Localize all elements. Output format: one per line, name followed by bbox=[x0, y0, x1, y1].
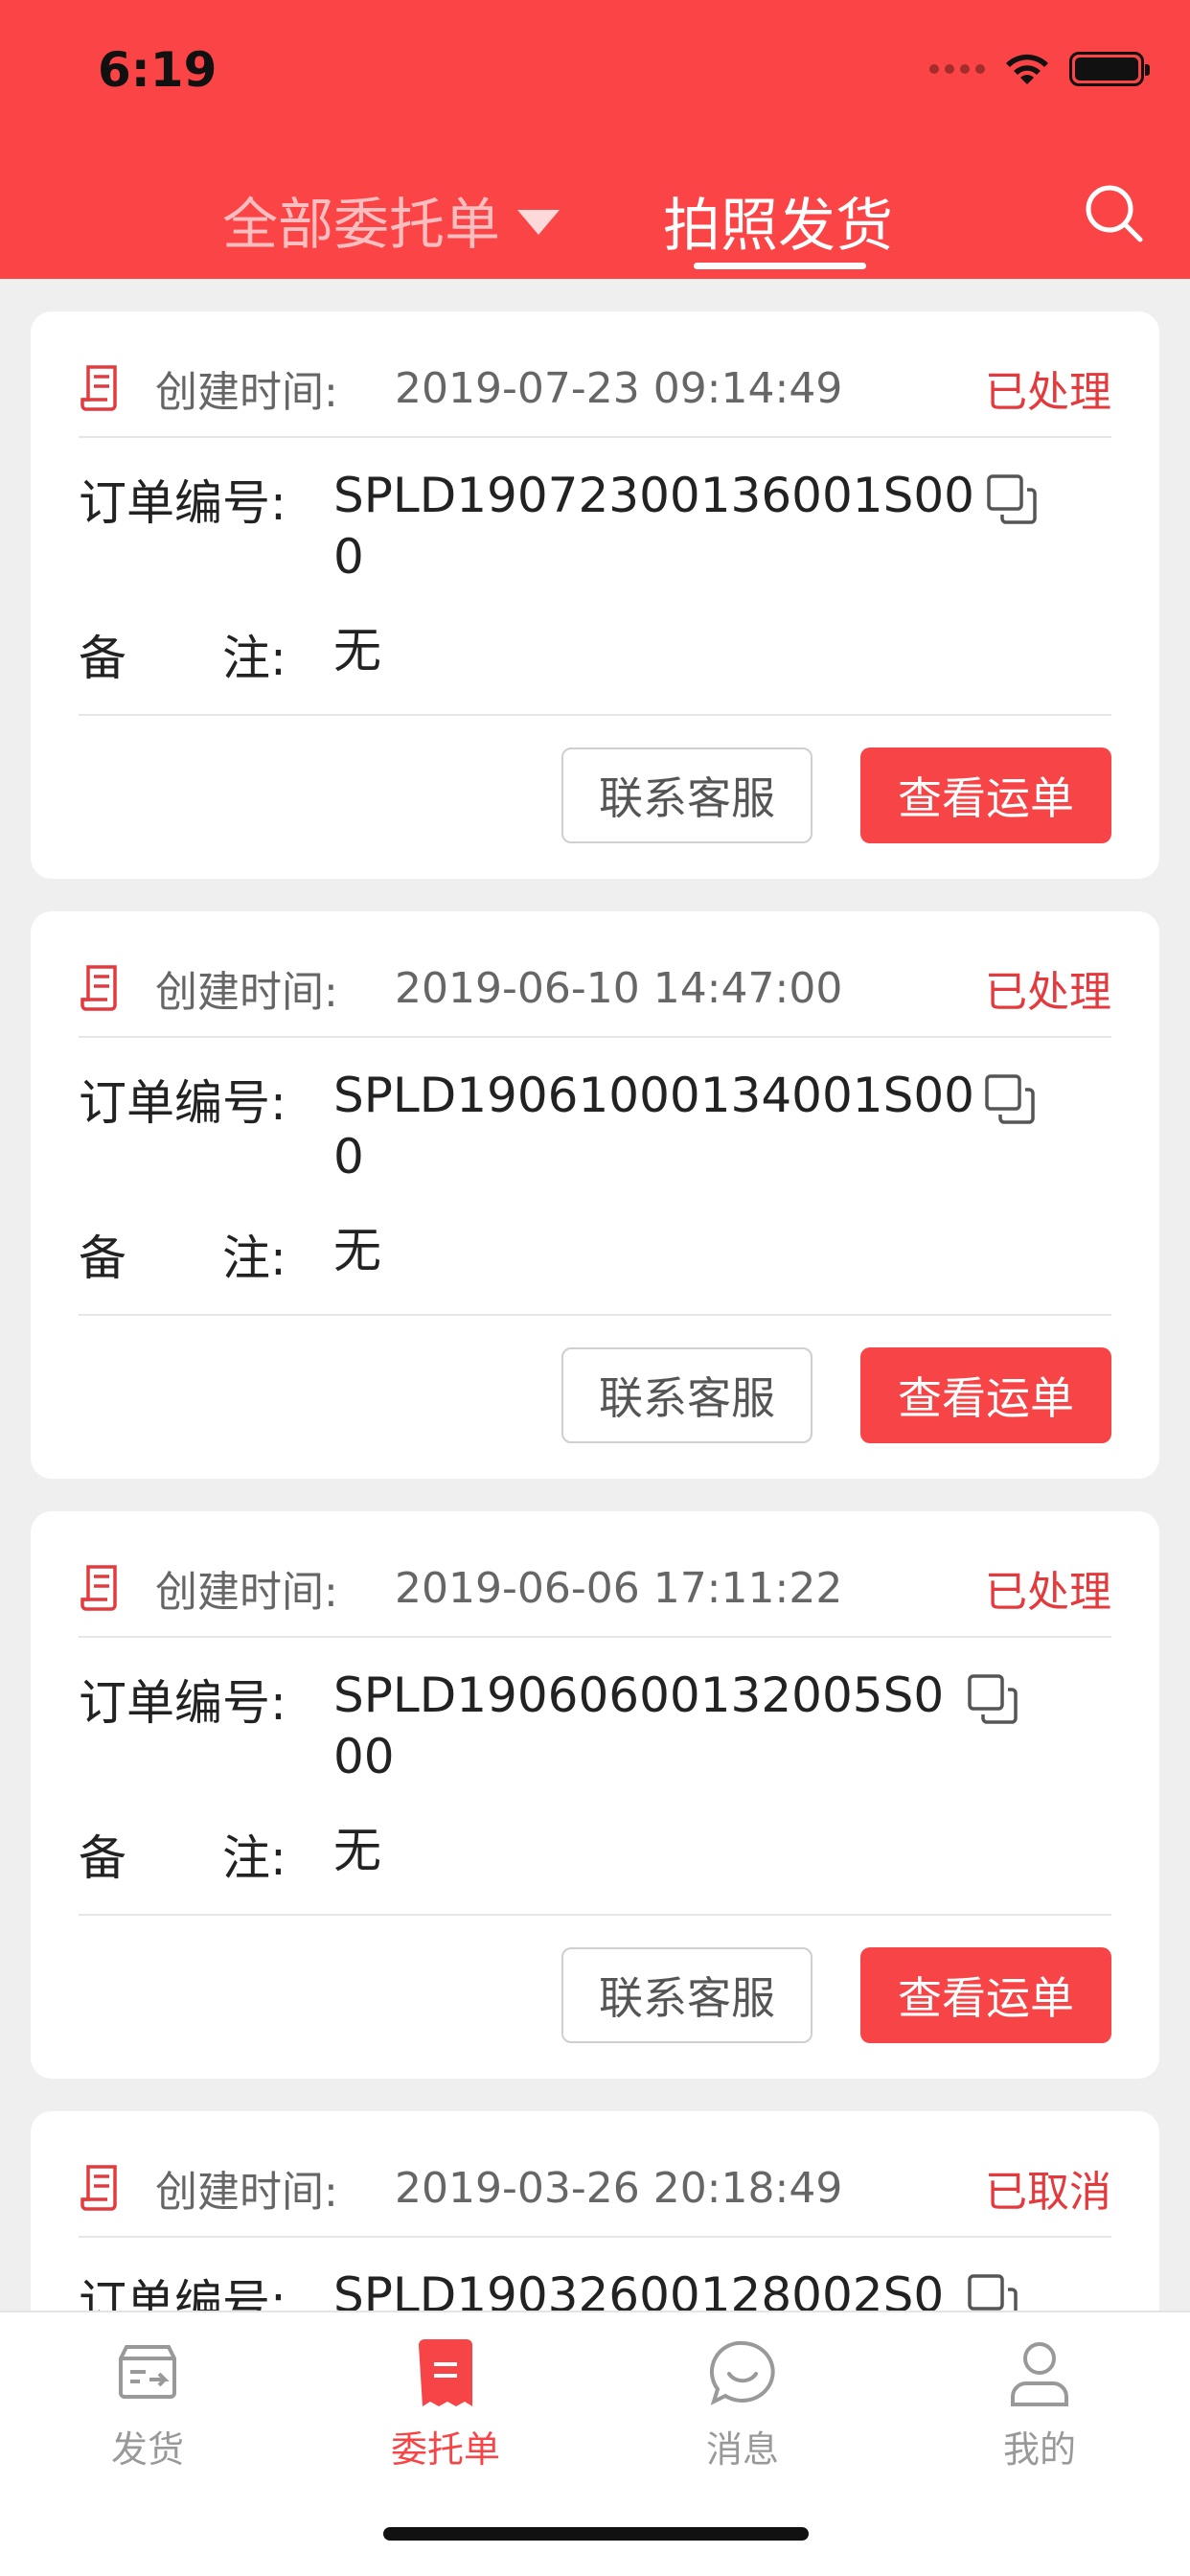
document-icon bbox=[80, 965, 117, 1011]
card-header: 创建时间: 2019-07-23 09:14:49 已处理 bbox=[79, 350, 1111, 426]
view-waybill-button[interactable]: 查看运单 bbox=[860, 1947, 1111, 2043]
card-header: 创建时间: 2019-06-10 14:47:00 已处理 bbox=[79, 950, 1111, 1026]
tab-orders[interactable]: 委托单 bbox=[350, 2337, 541, 2472]
tab-photo-shipping[interactable]: 拍照发货 bbox=[663, 179, 893, 263]
chat-bubble-icon bbox=[710, 2340, 775, 2405]
created-label: 创建时间: bbox=[155, 368, 338, 417]
search-icon[interactable] bbox=[1083, 182, 1144, 243]
tab-messages[interactable]: 消息 bbox=[647, 2337, 838, 2472]
tab-ship[interactable]: 发货 bbox=[52, 2337, 243, 2472]
status-badge: 已处理 bbox=[985, 368, 1111, 417]
home-indicator bbox=[383, 2527, 809, 2541]
tab-label: 消息 bbox=[705, 2428, 779, 2471]
view-waybill-button[interactable]: 查看运单 bbox=[860, 748, 1111, 843]
remark-value: 无 bbox=[333, 1223, 381, 1278]
tab-label: 我的 bbox=[1002, 2428, 1076, 2471]
app-screen: 6:19 全部委托单 拍照发货 创建时间: 2019-07-23 09:14:4… bbox=[0, 0, 1190, 2576]
active-tab-indicator bbox=[694, 263, 866, 269]
order-number: SPLD19072300136001S000 bbox=[333, 468, 974, 585]
document-icon bbox=[80, 365, 117, 411]
order-card: 创建时间: 2019-07-23 09:14:49 已处理 订单编号: SPLD… bbox=[31, 311, 1159, 879]
person-icon bbox=[1011, 2342, 1068, 2406]
divider bbox=[79, 2236, 1111, 2238]
order-card: 创建时间: 2019-06-10 14:47:00 已处理 订单编号: SPLD… bbox=[31, 911, 1159, 1479]
document-icon bbox=[80, 1565, 117, 1611]
order-number-label: 订单编号: bbox=[79, 1075, 286, 1131]
order-number: SPLD19032600128002S0 bbox=[333, 2267, 945, 2311]
document-icon bbox=[80, 2165, 117, 2211]
copy-icon[interactable] bbox=[966, 1672, 1019, 1726]
contact-service-button[interactable]: 联系客服 bbox=[561, 748, 812, 843]
divider bbox=[79, 436, 1111, 438]
copy-icon[interactable] bbox=[983, 1072, 1037, 1126]
remark-label: 备 注: bbox=[79, 1830, 286, 1886]
receipt-icon bbox=[419, 2339, 472, 2406]
created-time: 2019-03-26 20:18:49 bbox=[395, 2163, 843, 2213]
divider bbox=[79, 1036, 1111, 1038]
order-number-label: 订单编号: bbox=[79, 2275, 286, 2311]
status-badge: 已处理 bbox=[985, 1568, 1111, 1617]
created-time: 2019-06-10 14:47:00 bbox=[395, 963, 843, 1013]
created-label: 创建时间: bbox=[155, 1568, 338, 1617]
copy-icon[interactable] bbox=[966, 2272, 1019, 2311]
order-card: 创建时间: 2019-06-06 17:11:22 已处理 订单编号: SPLD… bbox=[31, 1511, 1159, 2079]
order-list[interactable]: 创建时间: 2019-07-23 09:14:49 已处理 订单编号: SPLD… bbox=[0, 279, 1190, 2311]
order-number-label: 订单编号: bbox=[79, 1675, 286, 1731]
contact-service-button[interactable]: 联系客服 bbox=[561, 1947, 812, 2043]
status-badge: 已取消 bbox=[985, 2168, 1111, 2217]
remark-value: 无 bbox=[333, 623, 381, 678]
view-waybill-button[interactable]: 查看运单 bbox=[860, 1347, 1111, 1443]
truck-box-icon bbox=[119, 2345, 176, 2399]
tab-label: 发货 bbox=[110, 2428, 184, 2471]
contact-service-button[interactable]: 联系客服 bbox=[561, 1347, 812, 1443]
card-header: 创建时间: 2019-06-06 17:11:22 已处理 bbox=[79, 1550, 1111, 1626]
status-time: 6:19 bbox=[98, 42, 217, 98]
created-label: 创建时间: bbox=[155, 968, 338, 1017]
divider bbox=[79, 714, 1111, 716]
tab-all-orders[interactable]: 全部委托单 bbox=[222, 179, 561, 260]
order-number-label: 订单编号: bbox=[79, 475, 286, 531]
top-header: 6:19 全部委托单 拍照发货 bbox=[0, 0, 1190, 279]
card-header: 创建时间: 2019-03-26 20:18:49 已取消 bbox=[79, 2150, 1111, 2226]
created-time: 2019-07-23 09:14:49 bbox=[395, 363, 843, 413]
tab-all-orders-label: 全部委托单 bbox=[222, 192, 501, 257]
tab-label: 委托单 bbox=[390, 2428, 500, 2471]
remark-value: 无 bbox=[333, 1823, 381, 1878]
status-badge: 已处理 bbox=[985, 968, 1111, 1017]
signal-icon bbox=[929, 64, 985, 74]
created-label: 创建时间: bbox=[155, 2168, 338, 2217]
status-icons bbox=[929, 50, 1150, 88]
dropdown-triangle-icon bbox=[517, 210, 561, 235]
copy-icon[interactable] bbox=[985, 472, 1039, 526]
divider bbox=[79, 1914, 1111, 1916]
created-time: 2019-06-06 17:11:22 bbox=[395, 1563, 843, 1613]
remark-label: 备 注: bbox=[79, 631, 286, 686]
order-card: 创建时间: 2019-03-26 20:18:49 已取消 订单编号: SPLD… bbox=[31, 2111, 1159, 2311]
remark-label: 备 注: bbox=[79, 1230, 286, 1286]
wifi-icon bbox=[1006, 54, 1048, 84]
order-number: SPLD19060600132005S000 bbox=[333, 1668, 945, 1784]
tab-profile[interactable]: 我的 bbox=[944, 2337, 1135, 2472]
divider bbox=[79, 1314, 1111, 1316]
battery-icon bbox=[1069, 52, 1150, 86]
divider bbox=[79, 1636, 1111, 1638]
order-number: SPLD19061000134001S000 bbox=[333, 1068, 974, 1184]
